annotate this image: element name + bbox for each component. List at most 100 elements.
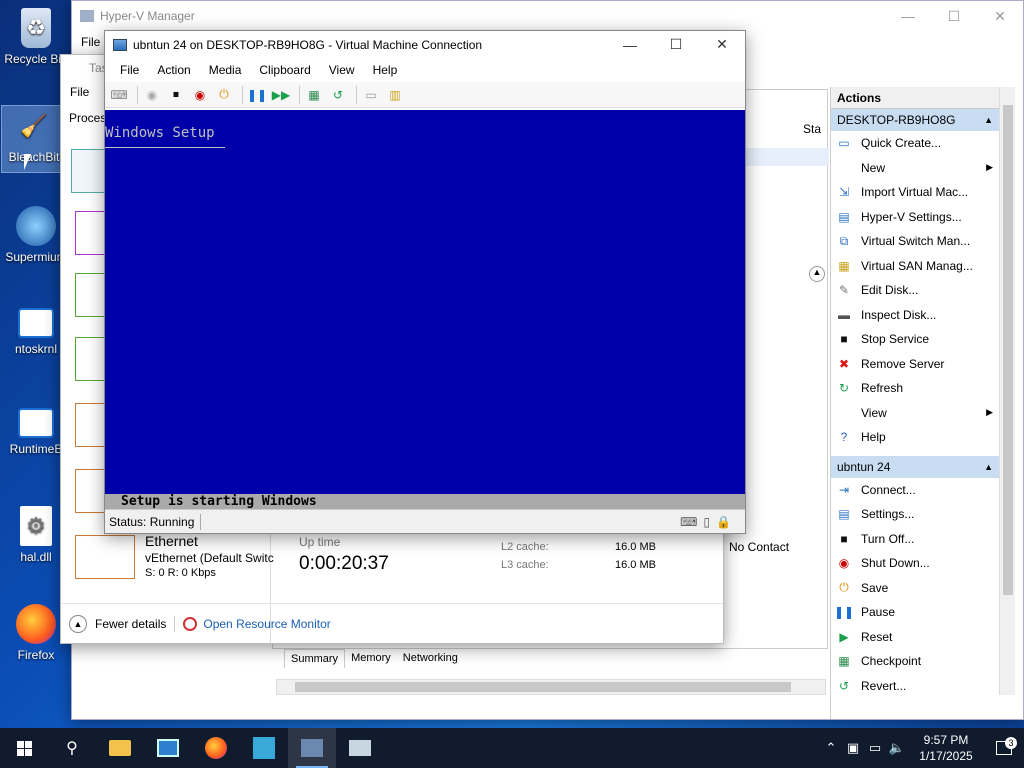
ctrl-alt-del-icon[interactable]: ⌨ <box>109 85 129 105</box>
action-new[interactable]: New ▶ <box>831 156 999 181</box>
taskbar-task-manager[interactable] <box>336 728 384 768</box>
hyperv-titlebar[interactable]: Hyper-V Manager — ☐ ✕ <box>72 1 1023 31</box>
maximize-button[interactable]: ☐ <box>653 31 699 60</box>
checkpoint-icon[interactable]: ▦ <box>304 85 324 105</box>
actions-group-host[interactable]: DESKTOP-RB9HO8G ▲ <box>831 109 999 131</box>
desktop-icon-bleachbit[interactable]: 🧹 BleachBit <box>1 105 67 173</box>
vm-menu-view[interactable]: View <box>320 63 364 77</box>
tab-networking[interactable]: Networking <box>397 649 464 668</box>
vm-menu-clipboard[interactable]: Clipboard <box>250 63 319 77</box>
host-actions-list: ▭ Quick Create... New ▶ ⇲ Import Virtual Mac.… <box>831 131 999 450</box>
action-label: Import Virtual Mac... <box>861 185 969 200</box>
tab-summary[interactable]: Summary <box>284 649 346 668</box>
desktop-icon-firefox[interactable]: Firefox <box>4 604 68 662</box>
action-turn-off[interactable]: ■ Turn Off... <box>831 527 999 552</box>
notification-count: 3 <box>1005 737 1017 749</box>
action-label: Save <box>861 580 889 595</box>
minimize-button[interactable]: — <box>607 31 653 60</box>
notification-center-button[interactable]: 3 <box>984 737 1024 755</box>
action-refresh[interactable]: ↻ Refresh <box>831 376 999 401</box>
action-virtual-switch-man[interactable]: ⧉ Virtual Switch Man... <box>831 229 999 254</box>
vm-menu-action[interactable]: Action <box>148 63 199 77</box>
fewer-details-link[interactable]: Fewer details <box>95 617 166 631</box>
action-settings[interactable]: ▤ Settings... <box>831 502 999 527</box>
vm-menu-help[interactable]: Help <box>364 63 407 77</box>
vm-menu-media[interactable]: Media <box>200 63 251 77</box>
vm-display[interactable]: Windows Setup <box>105 110 745 494</box>
share-icon[interactable]: ▥ <box>385 85 405 105</box>
save-state-icon[interactable]: ⏻ <box>214 85 234 105</box>
volume-muted-icon[interactable]: 🔈 <box>886 740 908 756</box>
desktop-icon-label: Recycle Bin <box>4 52 68 66</box>
start-icon[interactable]: ◉ <box>142 85 162 105</box>
scrollbar-thumb[interactable] <box>295 682 791 692</box>
maximize-button[interactable]: ☐ <box>931 1 977 31</box>
action-revert[interactable]: ↺ Revert... <box>831 674 999 699</box>
actions-group-vm[interactable]: ubntun 24 ▲ <box>831 455 999 478</box>
enhanced-session-icon[interactable]: ▭ <box>361 85 381 105</box>
desktop-icon-hal-dll[interactable]: ⚙ hal.dll <box>4 506 68 564</box>
desktop-icon-recycle-bin[interactable]: ♻ Recycle Bin <box>4 8 68 66</box>
ethernet-graph[interactable] <box>75 535 135 579</box>
taskbar-hyperv[interactable] <box>288 728 336 768</box>
vm-menu-file[interactable]: File <box>111 63 148 77</box>
tab-memory[interactable]: Memory <box>345 649 397 668</box>
shutdown-icon[interactable]: ◉ <box>190 85 210 105</box>
horizontal-scrollbar[interactable] <box>276 679 826 695</box>
action-stop-service[interactable]: ■ Stop Service <box>831 327 999 352</box>
action-edit-disk[interactable]: ✎ Edit Disk... <box>831 278 999 303</box>
close-button[interactable]: ✕ <box>699 31 745 60</box>
hardware-icon[interactable]: ▣ <box>842 740 864 756</box>
collapse-icon[interactable]: ▲ <box>809 266 825 282</box>
close-button[interactable]: ✕ <box>977 1 1023 31</box>
revert-icon: ↺ <box>838 678 850 693</box>
clock[interactable]: 9:57 PM 1/17/2025 <box>908 732 984 764</box>
taskbar-server-manager[interactable] <box>144 728 192 768</box>
desktop-icon-ntoskrnl[interactable]: ntoskrnl <box>4 308 68 356</box>
hyperv-icon <box>301 739 323 757</box>
action-connect[interactable]: ⇥ Connect... <box>831 478 999 503</box>
search-button[interactable]: ⚲ <box>48 728 96 768</box>
taskbar-firefox[interactable] <box>192 728 240 768</box>
revert-icon[interactable]: ↺ <box>328 85 348 105</box>
actions-scrollbar[interactable] <box>999 87 1015 695</box>
desktop-icon-runtimeb[interactable]: RuntimeB <box>4 408 68 456</box>
action-inspect-disk[interactable]: ▬ Inspect Disk... <box>831 303 999 328</box>
action-view[interactable]: View ▶ <box>831 401 999 426</box>
action-remove-server[interactable]: ✖ Remove Server <box>831 352 999 377</box>
open-resource-monitor-link[interactable]: Open Resource Monitor <box>203 617 330 631</box>
taskbar-file-explorer[interactable] <box>96 728 144 768</box>
action-label: Help <box>861 430 886 445</box>
scrollbar-thumb[interactable] <box>1003 105 1013 595</box>
action-pause[interactable]: ❚❚ Pause <box>831 600 999 625</box>
chevron-up-icon[interactable]: ⌃ <box>820 740 842 756</box>
l3-cache-value: 16.0 MB <box>615 559 656 571</box>
edit-disk-icon: ✎ <box>838 283 850 298</box>
pause-icon[interactable]: ❚❚ <box>247 85 267 105</box>
start-button[interactable] <box>0 728 48 768</box>
shutdown-icon: ◉ <box>838 556 850 571</box>
turn-off-icon[interactable]: ⏹ <box>166 85 186 105</box>
monitor-icon: ▭ <box>838 136 850 151</box>
chevron-up-icon[interactable]: ▲ <box>69 614 87 633</box>
action-quick-create[interactable]: ▭ Quick Create... <box>831 131 999 156</box>
action-label: View <box>861 405 887 420</box>
taskbar-buildings[interactable] <box>240 728 288 768</box>
action-help[interactable]: ? Help <box>831 425 999 450</box>
action-reset[interactable]: ▶ Reset <box>831 625 999 650</box>
action-checkpoint[interactable]: ▦ Checkpoint <box>831 649 999 674</box>
action-virtual-san-manag[interactable]: ▦ Virtual SAN Manag... <box>831 254 999 279</box>
vm-titlebar[interactable]: ubntun 24 on DESKTOP-RB9HO8G - Virtual M… <box>105 31 745 58</box>
action-label: Turn Off... <box>861 531 915 546</box>
action-hyper-v-settings[interactable]: ▤ Hyper-V Settings... <box>831 205 999 230</box>
minimize-button[interactable]: — <box>885 1 931 31</box>
vm-status-text: Status: Running <box>109 514 195 529</box>
menu-file[interactable]: File <box>61 85 98 99</box>
resume-icon[interactable]: ▶▶ <box>271 85 291 105</box>
network-icon[interactable]: ▭ <box>864 740 886 756</box>
action-shut-down[interactable]: ◉ Shut Down... <box>831 551 999 576</box>
action-label: Pause <box>861 605 896 620</box>
action-save[interactable]: ⏻ Save <box>831 576 999 601</box>
desktop-icon-supermium[interactable]: Supermium <box>4 206 68 264</box>
action-import-virtual-mac[interactable]: ⇲ Import Virtual Mac... <box>831 180 999 205</box>
